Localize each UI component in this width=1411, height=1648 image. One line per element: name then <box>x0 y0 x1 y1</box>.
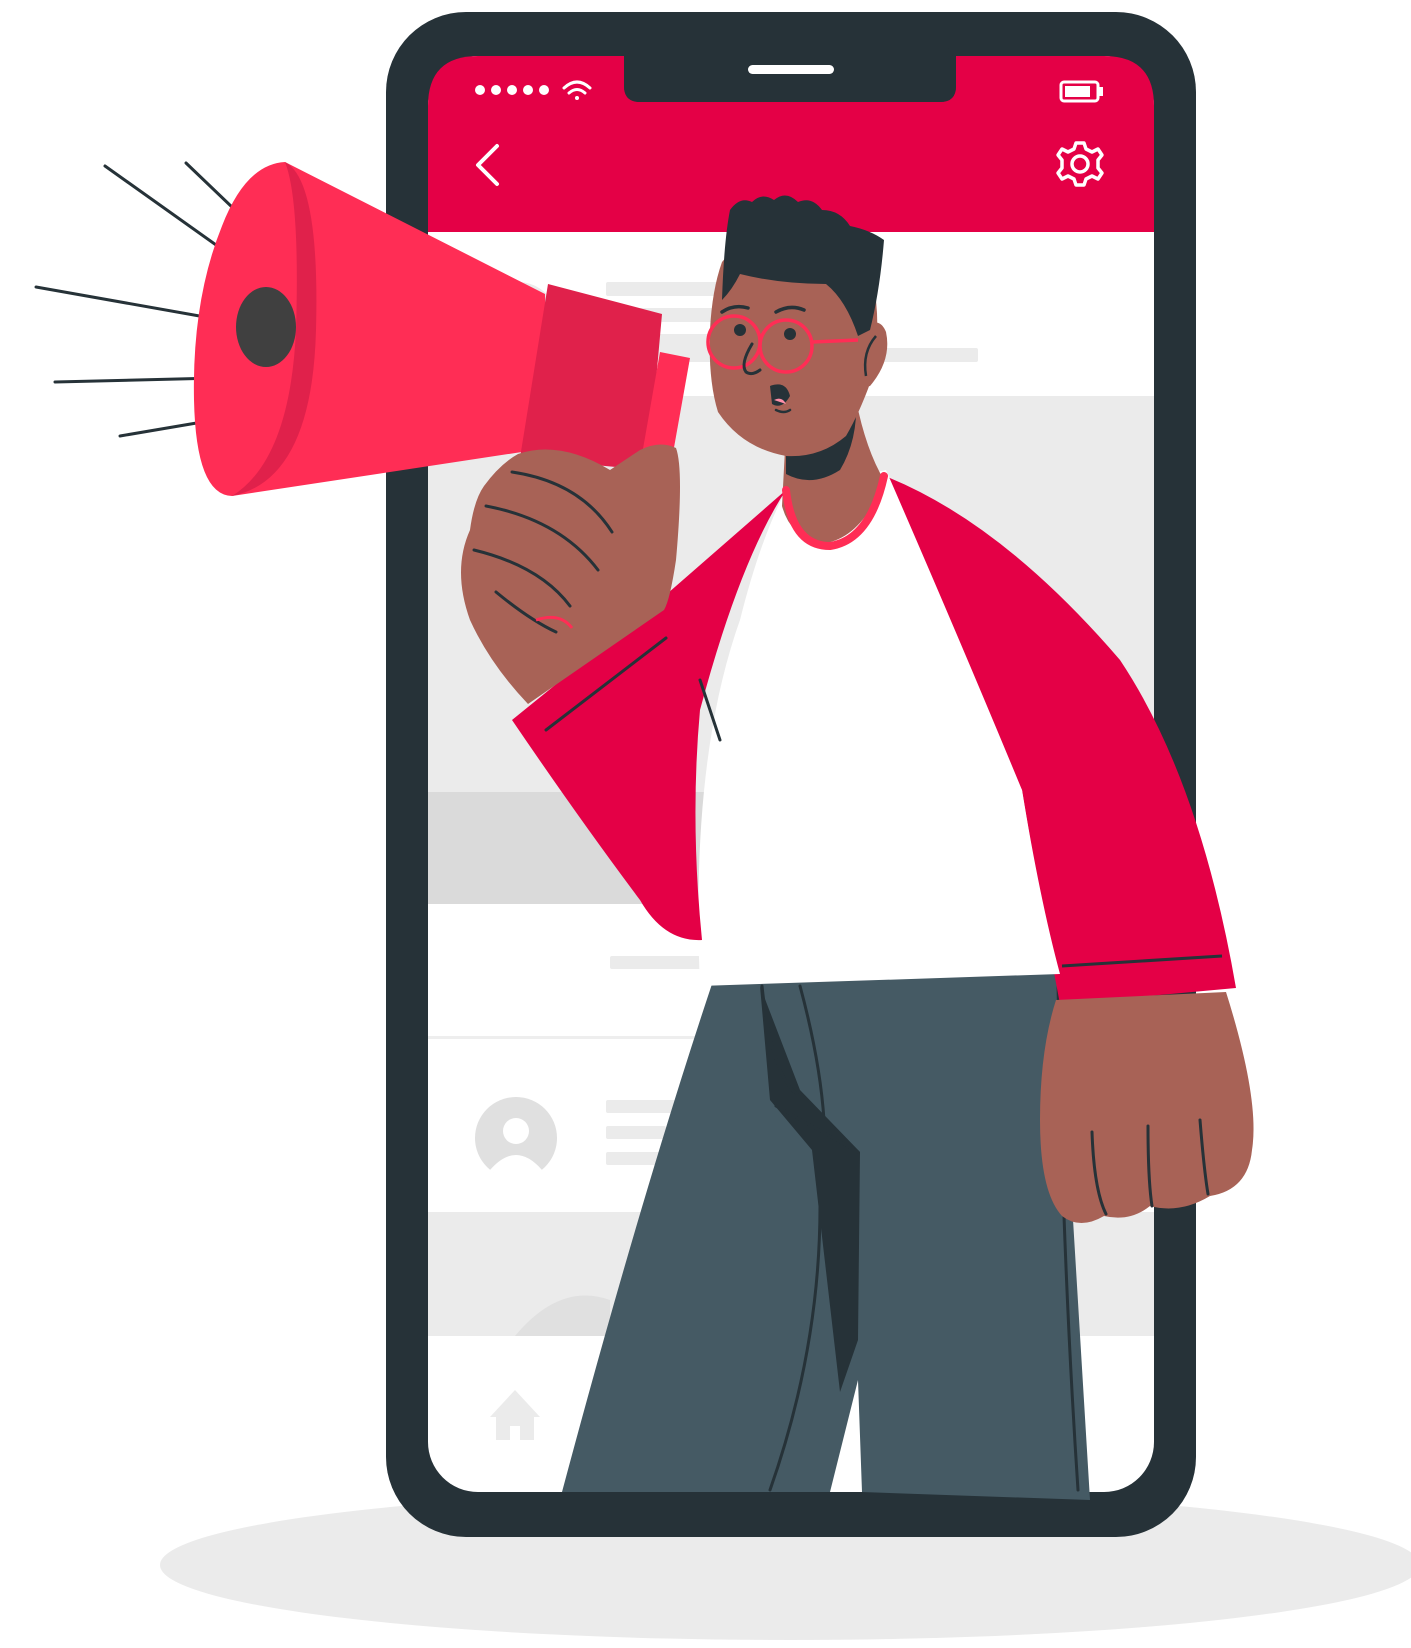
megaphone-illustration <box>34 12 1411 1640</box>
speaker-slot <box>748 65 834 74</box>
megaphone-mouth <box>236 287 296 367</box>
fist-right <box>1040 992 1254 1223</box>
